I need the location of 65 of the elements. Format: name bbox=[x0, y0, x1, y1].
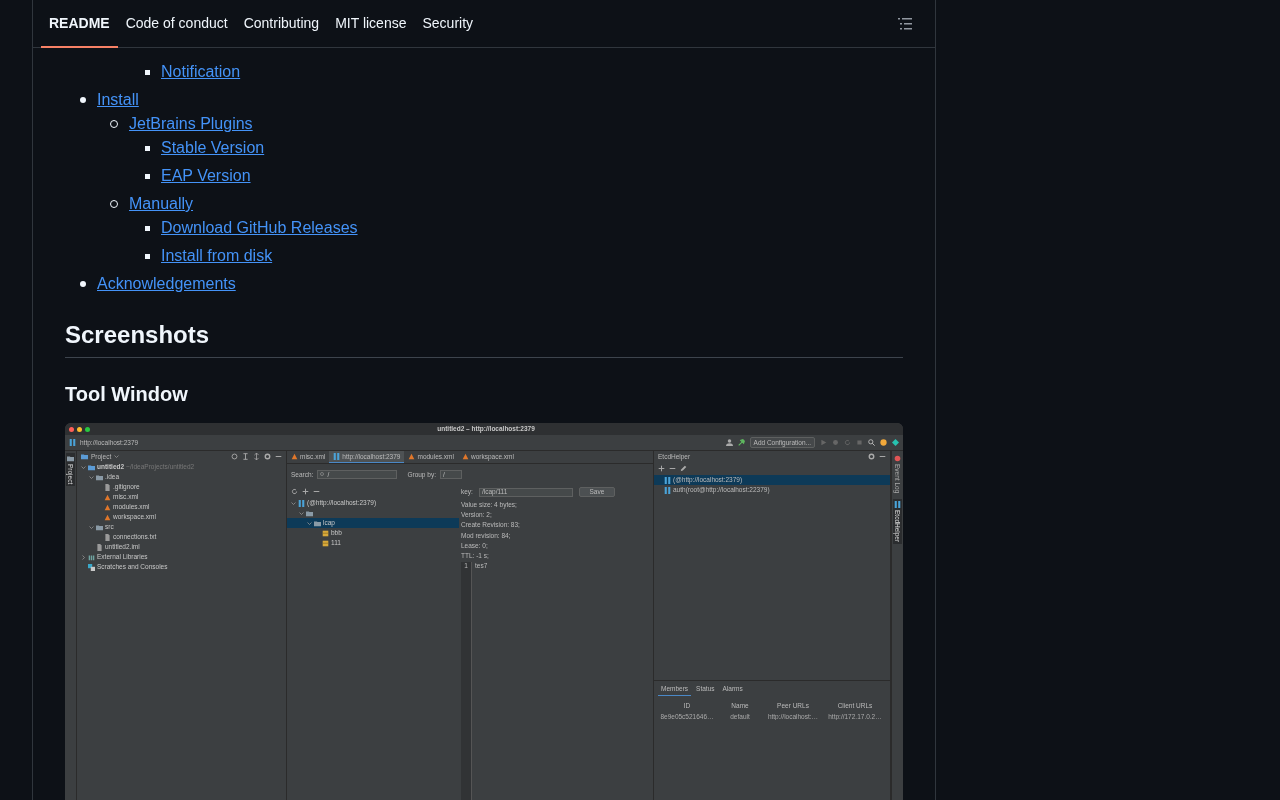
file-icon bbox=[408, 453, 416, 460]
plus-icon bbox=[302, 488, 309, 495]
server-icon bbox=[664, 486, 671, 494]
bullet-icon bbox=[145, 253, 150, 259]
bullet-icon bbox=[145, 225, 150, 231]
chevron-down-icon bbox=[114, 454, 120, 459]
bullet-icon bbox=[145, 145, 150, 151]
expand-icon bbox=[253, 453, 260, 460]
readme-tab[interactable]: README bbox=[41, 0, 118, 48]
chevron-down-icon bbox=[89, 524, 94, 530]
scratch-icon bbox=[88, 563, 95, 571]
pencil-icon bbox=[680, 465, 687, 472]
search-icon bbox=[320, 472, 326, 477]
chevron-right-icon bbox=[81, 554, 86, 560]
toc-link[interactable]: Download GitHub Releases bbox=[161, 216, 358, 240]
plus-icon bbox=[658, 465, 665, 472]
subsection-heading: Tool Window bbox=[65, 382, 189, 407]
key-value-icon bbox=[322, 529, 329, 537]
file-icon bbox=[461, 453, 469, 460]
toc-link[interactable]: EAP Version bbox=[161, 164, 251, 188]
bullet-icon bbox=[80, 281, 86, 287]
toc-link[interactable]: Stable Version bbox=[161, 136, 265, 160]
refresh-icon bbox=[844, 439, 851, 446]
toc-link[interactable]: Notification bbox=[161, 60, 241, 84]
search-icon bbox=[868, 439, 875, 446]
server-icon bbox=[664, 476, 671, 484]
readme-tab[interactable]: Security bbox=[414, 0, 482, 48]
server-icon bbox=[69, 439, 76, 446]
list-icon bbox=[897, 15, 913, 32]
refresh-icon bbox=[291, 488, 298, 495]
file-icon bbox=[291, 453, 298, 460]
bullet-icon bbox=[145, 173, 150, 179]
close-icon[interactable] bbox=[69, 426, 74, 432]
bullet-icon bbox=[145, 69, 150, 75]
bullet-icon bbox=[80, 97, 86, 103]
toc-link[interactable]: Install bbox=[97, 88, 139, 112]
toc-link[interactable]: Acknowledgements bbox=[97, 272, 236, 296]
gear-icon bbox=[264, 453, 271, 460]
server-icon bbox=[298, 499, 305, 507]
minus-icon bbox=[669, 465, 676, 472]
minus-icon bbox=[879, 453, 886, 460]
stop-icon bbox=[856, 439, 863, 446]
hammer-icon bbox=[737, 439, 745, 446]
readme-tab[interactable]: Code of conduct bbox=[117, 0, 236, 48]
minus-icon bbox=[275, 453, 282, 460]
plugin-icon bbox=[892, 439, 899, 446]
readme-tab[interactable]: MIT license bbox=[327, 0, 415, 48]
readme-tab[interactable]: Contributing bbox=[235, 0, 328, 48]
key-value-icon bbox=[322, 539, 329, 547]
maximize-icon[interactable] bbox=[85, 426, 90, 432]
toc-link[interactable]: Install from disk bbox=[161, 244, 273, 268]
user-icon bbox=[725, 439, 733, 446]
minimize-icon[interactable] bbox=[77, 426, 82, 432]
server-icon bbox=[333, 453, 341, 460]
collapse-icon bbox=[242, 453, 249, 460]
server-icon bbox=[894, 501, 901, 509]
folder-icon bbox=[96, 523, 103, 531]
target-icon bbox=[231, 453, 238, 460]
play-icon bbox=[820, 439, 827, 446]
section-heading: Screenshots bbox=[65, 320, 903, 358]
toc-link[interactable]: JetBrains Plugins bbox=[129, 112, 253, 136]
minus-icon bbox=[313, 488, 320, 495]
library-icon bbox=[88, 553, 95, 561]
gear-icon bbox=[868, 453, 875, 460]
toc-link[interactable]: Manually bbox=[129, 192, 194, 216]
